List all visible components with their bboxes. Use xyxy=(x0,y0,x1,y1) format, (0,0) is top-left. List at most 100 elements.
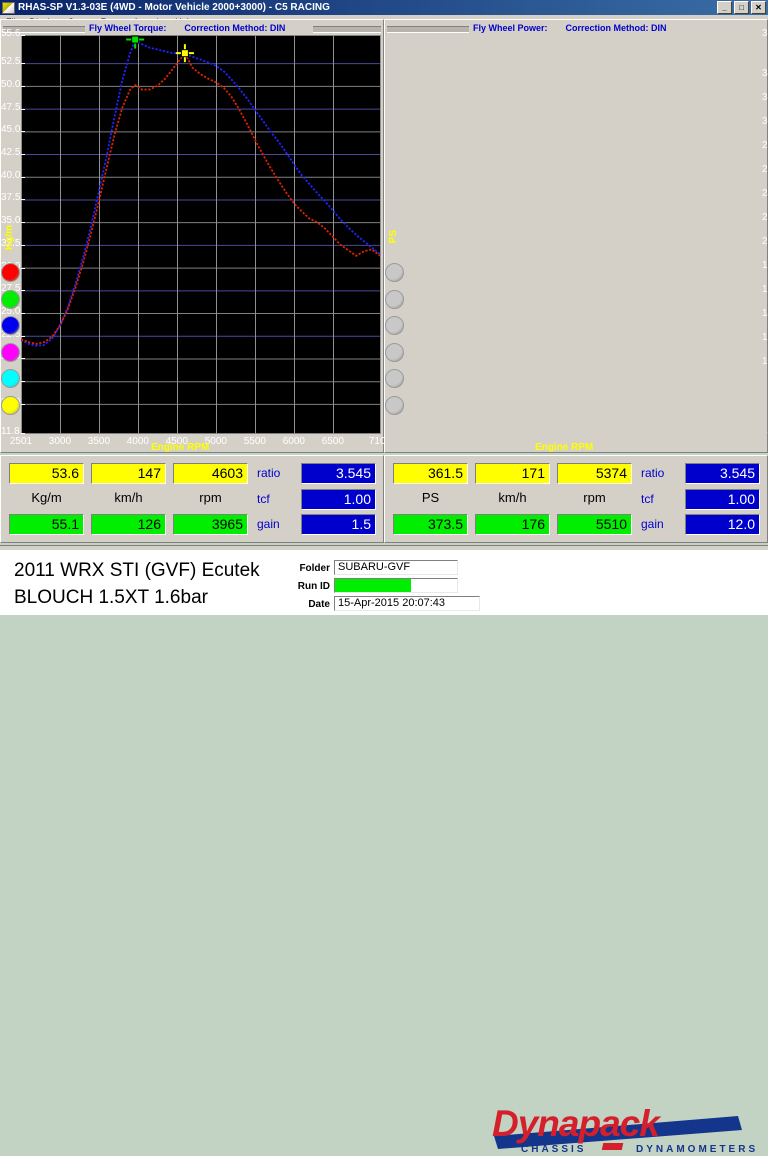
power-chart-panel: Fly Wheel Power: Correction Method: DIN … xyxy=(384,19,768,453)
power-chart-ytick: 80.0 xyxy=(385,380,768,391)
power-y-axis-title: PS xyxy=(388,230,399,244)
power-chart-color-button-1[interactable] xyxy=(385,263,404,282)
torque-max-rpm-cell[interactable]: 3965 xyxy=(173,514,248,535)
torque-chart-panel: Fly Wheel Torque: Correction Method: DIN… xyxy=(0,19,391,453)
folder-field[interactable]: SUBARU-GVF xyxy=(334,560,458,575)
close-button[interactable]: ✕ xyxy=(751,1,766,14)
maximize-button[interactable]: □ xyxy=(734,1,749,14)
window-title-bar: RHAS-SP V1.3-03E (4WD - Motor Vehicle 20… xyxy=(0,0,768,15)
speed-unit-label: km/h xyxy=(114,490,143,505)
power-peak-speed-cell[interactable]: 171 xyxy=(475,463,550,484)
power-chart-ytick: 160.0 xyxy=(761,284,768,296)
power-ratio-value[interactable]: 3.545 xyxy=(685,463,760,484)
torque-chart-ytick-mark xyxy=(21,109,25,110)
torque-tcf-value[interactable]: 1.00 xyxy=(301,489,376,510)
torque-chart-color-button-1[interactable] xyxy=(1,263,20,282)
power-unit-label: PS xyxy=(421,490,440,505)
power-chart-color-button-3[interactable] xyxy=(385,316,404,335)
torque-chart-run-blue xyxy=(21,38,381,347)
power-chart-ytick: 280.0 xyxy=(761,140,768,152)
run-id-progress-bar xyxy=(335,579,411,592)
torque-max-value-cell[interactable]: 55.1 xyxy=(9,514,84,535)
minimize-button[interactable]: _ xyxy=(717,1,732,14)
torque-header-correction: Correction Method: DIN xyxy=(184,23,286,33)
torque-chart-color-button-4[interactable] xyxy=(1,342,20,362)
torque-chart-ytick-mark xyxy=(21,177,25,178)
power-chart-ytick: 200.0 xyxy=(761,236,768,248)
power-chart-color-button-4[interactable] xyxy=(385,342,404,362)
torque-chart-ytick-mark xyxy=(21,358,25,359)
power-chart-color-button-6[interactable] xyxy=(385,395,404,415)
torque-chart-green-crosshair[interactable] xyxy=(126,35,145,49)
torque-plot-area[interactable] xyxy=(21,35,381,434)
torque-chart-xtick: 2501 xyxy=(9,436,33,447)
torque-tcf-label: tcf xyxy=(257,492,270,506)
rpm-unit-label: rpm xyxy=(199,490,222,505)
power-chart-ytick: 373.5 xyxy=(761,28,768,39)
power-chart-ytick: 60.0 xyxy=(385,404,768,415)
torque-chart-ytick: 45.0 xyxy=(1,124,21,136)
power-chart-ytick: 100.0 xyxy=(761,356,768,368)
logo-tagline-left: CHASSIS xyxy=(521,1144,586,1155)
torque-peak-value-cell[interactable]: 53.6 xyxy=(9,463,84,484)
torque-chart-color-button-6[interactable] xyxy=(1,395,20,415)
torque-chart-ytick: 55.6 xyxy=(1,28,21,39)
dynapack-logo: Dynapack CHASSIS DYNAMOMETERS xyxy=(486,1102,758,1156)
torque-gain-label: gain xyxy=(257,517,280,531)
torque-chart-ytick: 52.5 xyxy=(1,56,21,68)
torque-chart-ytick-mark xyxy=(21,154,25,155)
torque-peak-rpm-cell[interactable]: 4603 xyxy=(173,463,248,484)
power-gain-label: gain xyxy=(641,517,664,531)
torque-x-axis-title: Engine RPM xyxy=(151,442,210,453)
torque-gain-value[interactable]: 1.5 xyxy=(301,514,376,535)
power-tcf-value[interactable]: 1.00 xyxy=(685,489,760,510)
torque-chart-ytick: 42.5 xyxy=(1,147,21,159)
torque-chart-color-button-3[interactable] xyxy=(1,316,20,335)
power-chart-ytick: 320.0 xyxy=(761,92,768,104)
torque-header-metric: Fly Wheel Torque: xyxy=(89,23,167,33)
power-peak-value-cell[interactable]: 361.5 xyxy=(393,463,468,484)
torque-chart-xtick: 5500 xyxy=(243,436,266,447)
torque-chart-xtick: 6000 xyxy=(282,436,305,447)
folder-label: Folder xyxy=(299,563,330,574)
power-x-axis-title: Engine RPM xyxy=(535,442,594,453)
window-control-buttons: _ □ ✕ xyxy=(717,1,766,14)
torque-peak-speed-cell[interactable]: 147 xyxy=(91,463,166,484)
torque-max-speed-cell[interactable]: 126 xyxy=(91,514,166,535)
torque-chart-ytick-mark xyxy=(21,199,25,200)
torque-chart-ytick: 40.0 xyxy=(1,169,21,181)
bottom-divider xyxy=(0,545,768,550)
torque-chart-header: Fly Wheel Torque: Correction Method: DIN xyxy=(89,22,286,34)
torque-y-axis-title: Kg/m xyxy=(4,225,15,250)
torque-ratio-value[interactable]: 3.545 xyxy=(301,463,376,484)
power-chart-color-button-5[interactable] xyxy=(385,369,404,388)
power-chart-color-button-2[interactable] xyxy=(385,289,404,309)
power-max-rpm-cell[interactable]: 5510 xyxy=(557,514,632,535)
torque-chart-ytick-mark xyxy=(21,290,25,291)
torque-chart-ytick-mark xyxy=(21,86,25,87)
run-id-field[interactable] xyxy=(334,578,458,593)
torque-chart-ytick: 47.5 xyxy=(1,101,21,113)
torque-chart-ytick-mark xyxy=(21,336,25,337)
bottom-info-bar: 2011 WRX STI (GVF) Ecutek BLOUCH 1.5XT 1… xyxy=(0,545,768,1155)
torque-chart-ytick-mark xyxy=(21,222,25,223)
power-max-speed-cell[interactable]: 176 xyxy=(475,514,550,535)
power-gain-value[interactable]: 12.0 xyxy=(685,514,760,535)
torque-chart-ytick-mark xyxy=(21,131,25,132)
power-max-value-cell[interactable]: 373.5 xyxy=(393,514,468,535)
date-field: 15-Apr-2015 20:07:43 xyxy=(334,596,480,611)
torque-chart-yellow-crosshair[interactable] xyxy=(175,44,194,63)
torque-chart-ytick-mark xyxy=(21,35,25,36)
torque-chart-ytick-mark xyxy=(21,63,25,64)
power-peak-rpm-cell[interactable]: 5374 xyxy=(557,463,632,484)
torque-chart-color-button-2[interactable] xyxy=(1,289,20,309)
torque-chart-ytick-mark xyxy=(21,381,25,382)
power-chart-ytick: 260.0 xyxy=(761,164,768,176)
torque-chart-color-button-5[interactable] xyxy=(1,369,20,388)
header-strip-right xyxy=(313,26,381,33)
speed-unit-label-2: km/h xyxy=(498,490,527,505)
power-chart-ytick: 340.0 xyxy=(761,68,768,80)
torque-chart-ytick-mark xyxy=(21,268,25,269)
torque-chart-ytick: 37.5 xyxy=(1,192,21,204)
torque-unit-label: Kg/m xyxy=(31,490,62,505)
